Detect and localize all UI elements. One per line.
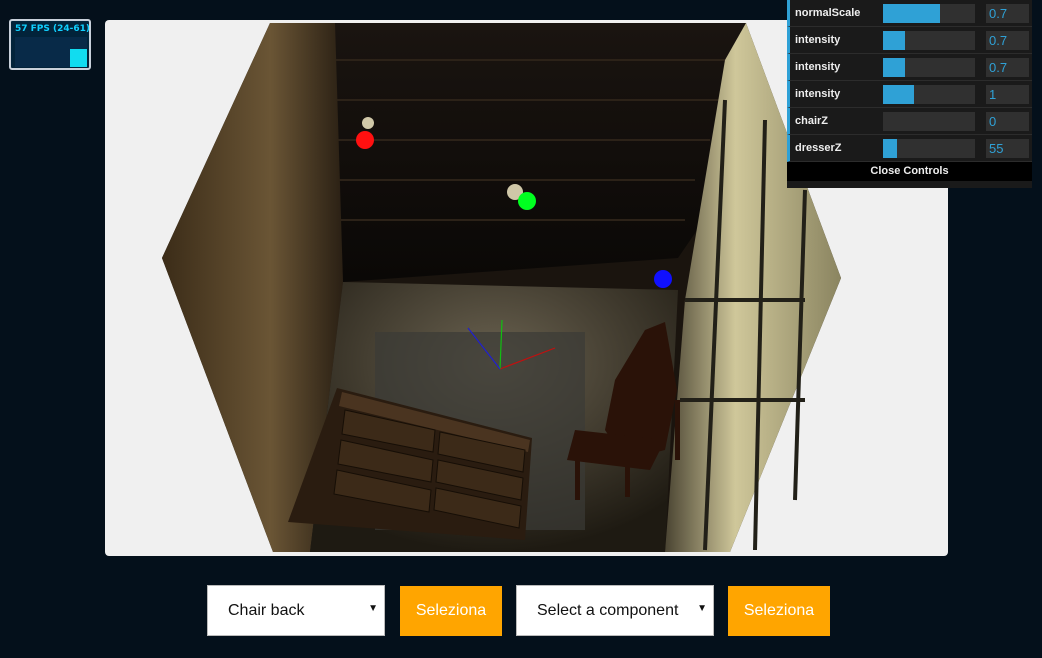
slider-value-input[interactable]: 0.7 [986, 31, 1029, 50]
slider-fill [883, 58, 906, 77]
slider-track[interactable] [883, 139, 975, 158]
ceiling [300, 23, 746, 282]
slider-track[interactable] [883, 4, 975, 23]
red-light[interactable] [356, 131, 374, 149]
slider-fill [883, 85, 915, 104]
fps-graph-bar [70, 49, 87, 67]
seleziona-button-1[interactable]: Seleziona [400, 586, 502, 636]
component-select-2[interactable]: Select a component ▼ [516, 585, 714, 636]
fps-readout: 57 FPS (24-61) [15, 24, 91, 34]
gui-row-label: chairZ [795, 115, 829, 127]
fps-stats-panel[interactable]: 57 FPS (24-61) [9, 19, 91, 70]
gui-row-chairz[interactable]: chairZ 0 [787, 108, 1032, 135]
slider-value-input[interactable]: 55 [986, 139, 1029, 158]
gui-row-intensity[interactable]: intensity 1 [787, 81, 1032, 108]
fps-graph [15, 37, 87, 67]
slider-value-input[interactable]: 0 [986, 112, 1029, 131]
select-2-value: Select a component [537, 602, 679, 619]
gui-row-intensity[interactable]: intensity 0.7 [787, 54, 1032, 81]
blue-light[interactable] [654, 270, 672, 288]
slider-track[interactable] [883, 31, 975, 50]
chevron-down-icon: ▼ [368, 603, 378, 614]
chevron-down-icon: ▼ [697, 603, 707, 614]
slider-fill [883, 4, 941, 23]
gui-row-label: dresserZ [795, 142, 842, 154]
slider-fill [883, 139, 897, 158]
green-light[interactable] [518, 192, 536, 210]
gui-row-label: normalScale [795, 7, 861, 19]
component-select-1[interactable]: Chair back ▼ [207, 585, 385, 636]
gui-row-intensity[interactable]: intensity 0.7 [787, 27, 1032, 54]
slider-value-input[interactable]: 0.7 [986, 4, 1029, 23]
slider-value-input[interactable]: 1 [986, 85, 1029, 104]
slider-track[interactable] [883, 58, 975, 77]
slider-value-input[interactable]: 0.7 [986, 58, 1029, 77]
controls-panel: normalScale 0.7 intensity 0.7 intensity 0.7 in… [787, 0, 1032, 188]
seleziona-button-2[interactable]: Seleziona [728, 586, 830, 636]
lamp-glow-1 [362, 117, 374, 129]
slider-track[interactable] [883, 112, 975, 131]
slider-fill [883, 31, 906, 50]
gui-row-label: intensity [795, 61, 841, 73]
gui-row-label: intensity [795, 88, 841, 100]
gui-row-dresserz[interactable]: dresserZ 55 [787, 135, 1032, 162]
select-1-value: Chair back [228, 602, 305, 619]
slider-track[interactable] [883, 85, 975, 104]
close-controls-button[interactable]: Close Controls [787, 162, 1032, 181]
gui-row-label: intensity [795, 34, 841, 46]
gui-row-normalscale[interactable]: normalScale 0.7 [787, 0, 1032, 27]
